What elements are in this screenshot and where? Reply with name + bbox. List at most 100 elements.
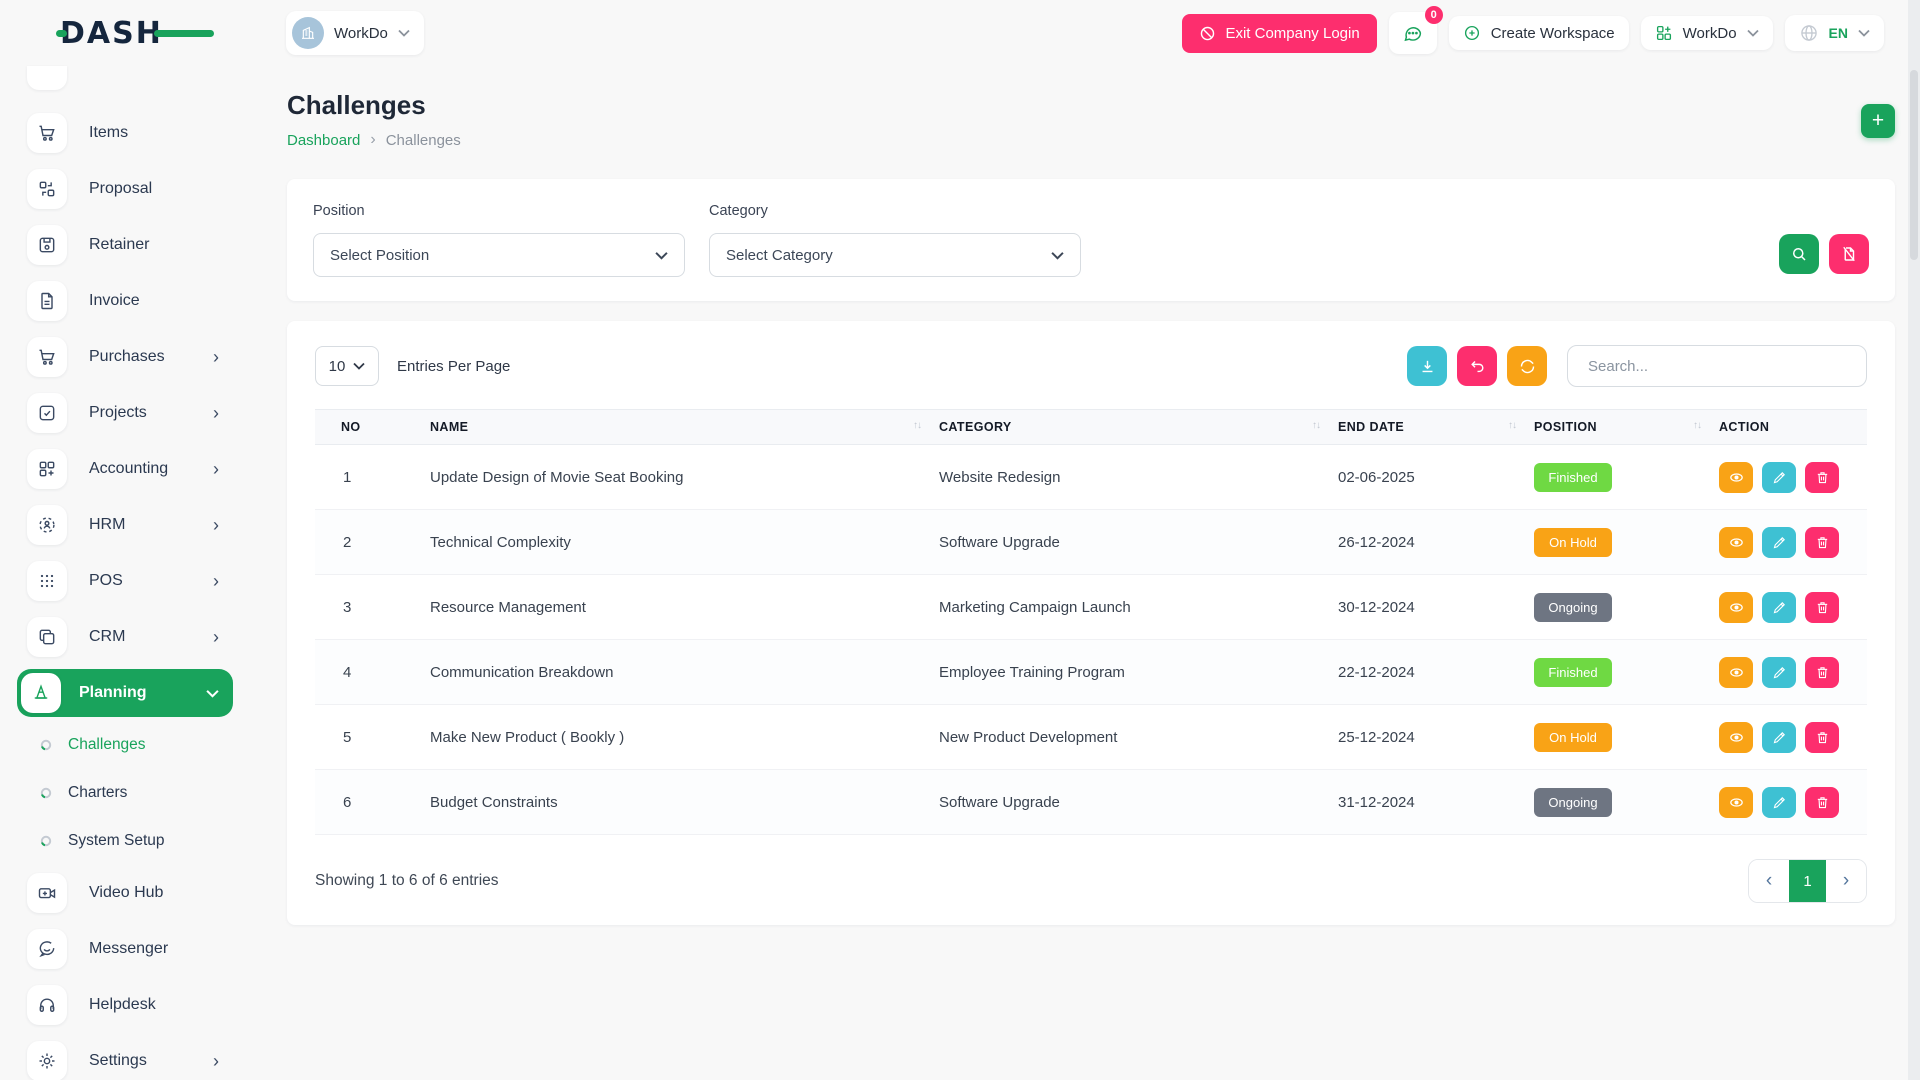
table-search-input[interactable]: [1567, 345, 1867, 387]
company-switcher[interactable]: WorkDo: [286, 11, 424, 55]
gear-icon: [27, 1041, 67, 1080]
sidebar-item-accounting[interactable]: Accounting ›: [27, 441, 233, 497]
edit-button[interactable]: [1762, 527, 1796, 558]
sidebar-subitem-challenges[interactable]: Challenges: [27, 721, 233, 769]
header-position[interactable]: ↑↓POSITION: [1534, 410, 1719, 445]
cell-name: Technical Complexity: [430, 510, 939, 575]
pagination-next-button[interactable]: ›: [1826, 860, 1866, 902]
table-row: 1 Update Design of Movie Seat Booking We…: [315, 445, 1867, 510]
chevron-down-icon: [353, 362, 365, 370]
position-select[interactable]: Select Position: [313, 233, 685, 277]
refresh-button[interactable]: [1507, 346, 1547, 386]
delete-button[interactable]: [1805, 527, 1839, 558]
breadcrumb-dashboard-link[interactable]: Dashboard: [287, 132, 360, 149]
export-button[interactable]: [1407, 346, 1447, 386]
page-size-select[interactable]: 10: [315, 346, 379, 386]
status-badge: Finished: [1534, 463, 1612, 492]
cell-category: Marketing Campaign Launch: [939, 575, 1338, 640]
pencil-icon: [1772, 600, 1787, 615]
page-scrollbar[interactable]: [1908, 0, 1920, 1080]
view-button[interactable]: [1719, 657, 1753, 688]
company-name: WorkDo: [334, 25, 388, 42]
cone-icon: [21, 673, 61, 713]
exit-company-login-button[interactable]: Exit Company Login: [1182, 14, 1376, 53]
sidebar-item-retainer[interactable]: Retainer: [27, 217, 233, 273]
sidebar-item-label: Video Hub: [89, 884, 163, 902]
view-button[interactable]: [1719, 722, 1753, 753]
sidebar-subitem-charters[interactable]: Charters: [27, 769, 233, 817]
headphones-icon: [27, 985, 67, 1025]
category-select[interactable]: Select Category: [709, 233, 1081, 277]
create-workspace-button[interactable]: Create Workspace: [1449, 16, 1629, 50]
delete-button[interactable]: [1805, 462, 1839, 493]
delete-button[interactable]: [1805, 722, 1839, 753]
delete-button[interactable]: [1805, 787, 1839, 818]
language-menu[interactable]: EN: [1785, 15, 1884, 51]
undo-button[interactable]: [1457, 346, 1497, 386]
eye-icon: [1728, 469, 1745, 486]
check-square-icon: [27, 393, 67, 433]
sidebar-item-video-hub[interactable]: Video Hub: [27, 865, 233, 921]
apply-filter-button[interactable]: [1779, 234, 1819, 274]
table-card: 10 Entries Per Page NO: [287, 321, 1895, 925]
proposal-icon: [27, 169, 67, 209]
sidebar-item-planning[interactable]: Planning: [17, 669, 233, 717]
sidebar-item-invoice[interactable]: Invoice: [27, 273, 233, 329]
delete-button[interactable]: [1805, 657, 1839, 688]
category-filter-group: Category Select Category: [709, 203, 1081, 277]
header-name[interactable]: ↑↓NAME: [430, 410, 939, 445]
scrollbar-thumb[interactable]: [1910, 70, 1918, 260]
sidebar-subitem-label: Charters: [68, 784, 127, 802]
status-badge: On Hold: [1534, 528, 1612, 557]
view-button[interactable]: [1719, 462, 1753, 493]
view-button[interactable]: [1719, 527, 1753, 558]
workspace-menu-label: WorkDo: [1683, 25, 1737, 42]
create-workspace-label: Create Workspace: [1491, 25, 1615, 42]
header-end-date[interactable]: ↑↓END DATE: [1338, 410, 1534, 445]
sidebar-item-messenger[interactable]: Messenger: [27, 921, 233, 977]
sidebar-item-label: Items: [89, 124, 128, 142]
sidebar-item-hrm[interactable]: HRM ›: [27, 497, 233, 553]
file-off-icon: [1840, 245, 1858, 263]
table-toolbar: 10 Entries Per Page: [315, 345, 1867, 387]
edit-button[interactable]: [1762, 592, 1796, 623]
sidebar-subitem-system-setup[interactable]: System Setup: [27, 817, 233, 865]
clear-filter-button[interactable]: [1829, 234, 1869, 274]
table-row: 5 Make New Product ( Bookly ) New Produc…: [315, 705, 1867, 770]
prohibition-icon: [1199, 25, 1216, 42]
sidebar-item-crm[interactable]: CRM ›: [27, 609, 233, 665]
header-category[interactable]: ↑↓CATEGORY: [939, 410, 1338, 445]
sidebar-item-purchases[interactable]: Purchases ›: [27, 329, 233, 385]
delete-button[interactable]: [1805, 592, 1839, 623]
cell-end-date: 02-06-2025: [1338, 445, 1534, 510]
sidebar-item-projects[interactable]: Projects ›: [27, 385, 233, 441]
sidebar-subitem-label: Challenges: [68, 736, 146, 754]
sidebar-item-label: Messenger: [89, 940, 168, 958]
edit-button[interactable]: [1762, 787, 1796, 818]
sidebar-item-pos[interactable]: POS ›: [27, 553, 233, 609]
sidebar-item-settings[interactable]: Settings ›: [27, 1033, 233, 1080]
messages-button[interactable]: 0: [1389, 12, 1437, 54]
add-challenge-button[interactable]: +: [1861, 104, 1895, 138]
sidebar-item-label: Helpdesk: [89, 996, 156, 1014]
sidebar-item-proposal[interactable]: Proposal: [27, 161, 233, 217]
edit-button[interactable]: [1762, 657, 1796, 688]
workspace-menu[interactable]: WorkDo: [1641, 16, 1773, 50]
table-footer: Showing 1 to 6 of 6 entries ‹ 1 ›: [315, 859, 1867, 903]
view-button[interactable]: [1719, 787, 1753, 818]
sidebar-item-label: HRM: [89, 516, 125, 534]
pagination-prev-button[interactable]: ‹: [1749, 860, 1789, 902]
cell-no: 2: [315, 510, 430, 575]
sidebar-item-label: Accounting: [89, 460, 168, 478]
trash-icon: [1815, 665, 1830, 680]
edit-button[interactable]: [1762, 462, 1796, 493]
globe-icon: [1799, 23, 1819, 43]
sidebar-item-label: Proposal: [89, 180, 152, 198]
sidebar-item-items[interactable]: Items: [27, 105, 233, 161]
view-button[interactable]: [1719, 592, 1753, 623]
position-select-value: Select Position: [330, 247, 429, 264]
page-title: Challenges: [287, 90, 461, 121]
sort-icon: ↑↓: [913, 420, 921, 431]
edit-button[interactable]: [1762, 722, 1796, 753]
sidebar-item-helpdesk[interactable]: Helpdesk: [27, 977, 233, 1033]
